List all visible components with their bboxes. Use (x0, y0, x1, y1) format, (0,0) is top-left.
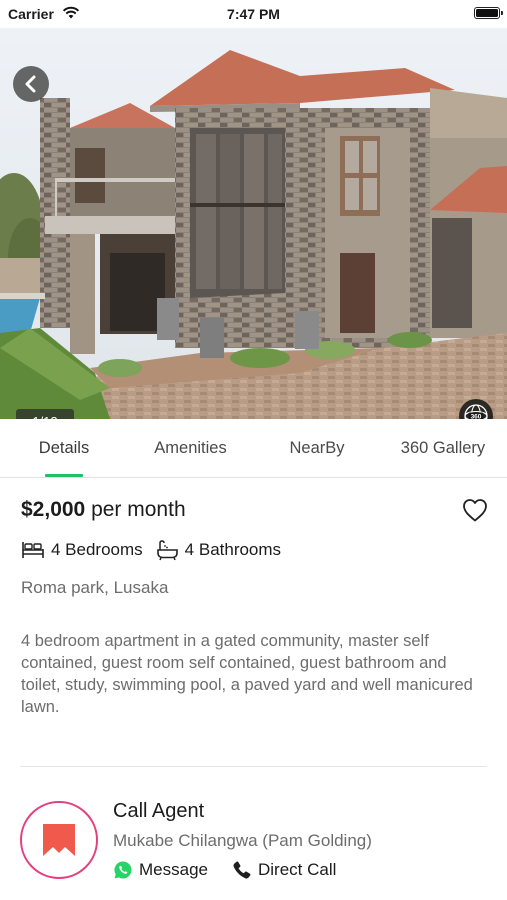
tab-nearby[interactable]: NearBy (274, 419, 360, 477)
tab-details[interactable]: Details (18, 419, 110, 477)
bed-icon (22, 542, 44, 558)
favorite-button[interactable] (461, 497, 489, 523)
heart-icon (463, 499, 487, 522)
chevron-left-icon (25, 75, 36, 93)
listing-features: 4 Bedrooms 4 Bathrooms (21, 538, 281, 562)
status-bar: Carrier 7:47 PM (0, 0, 507, 28)
direct-call-label: Direct Call (257, 860, 337, 879)
agent-name: Mukabe Chilangwa (Pam Golding) (113, 831, 372, 850)
view-360-label: 360 (471, 413, 482, 419)
phone-icon (233, 861, 251, 879)
property-photo (0, 28, 507, 419)
call-agent-title: Call Agent (113, 800, 205, 822)
view-360-button[interactable]: 360 (459, 399, 493, 419)
tab-amenities[interactable]: Amenities (139, 419, 242, 477)
tab-bar: Details Amenities NearBy 360 Gallery (0, 419, 507, 478)
price-amount: $2,000 (21, 498, 86, 521)
price-period: per month (91, 498, 186, 521)
agency-logo-icon (43, 824, 75, 856)
message-button[interactable]: Message (113, 860, 208, 880)
direct-call-button[interactable]: Direct Call (232, 860, 336, 880)
photo-counter: 1/12 (16, 409, 74, 419)
bathrooms-count: 4 Bathrooms (184, 540, 282, 559)
panorama-360-icon: 360 (464, 404, 488, 419)
bedrooms-count: 4 Bedrooms (51, 540, 143, 559)
status-time: 7:47 PM (227, 6, 280, 22)
agent-avatar[interactable] (20, 801, 98, 879)
whatsapp-icon (114, 861, 132, 879)
section-divider (20, 766, 487, 767)
listing-location: Roma park, Lusaka (21, 578, 169, 597)
tab-360-gallery[interactable]: 360 Gallery (388, 419, 498, 477)
battery-icon (474, 7, 503, 19)
agent-actions: Message Direct Call (113, 858, 336, 882)
listing-description: 4 bedroom apartment in a gated community… (21, 632, 473, 716)
back-button[interactable] (13, 66, 49, 102)
active-tab-indicator (45, 474, 83, 477)
bathtub-icon (156, 540, 178, 561)
message-label: Message (139, 860, 208, 879)
property-photo-gallery[interactable]: 1/12 360 (0, 28, 507, 419)
listing-price: $2,000 per month (21, 498, 186, 522)
